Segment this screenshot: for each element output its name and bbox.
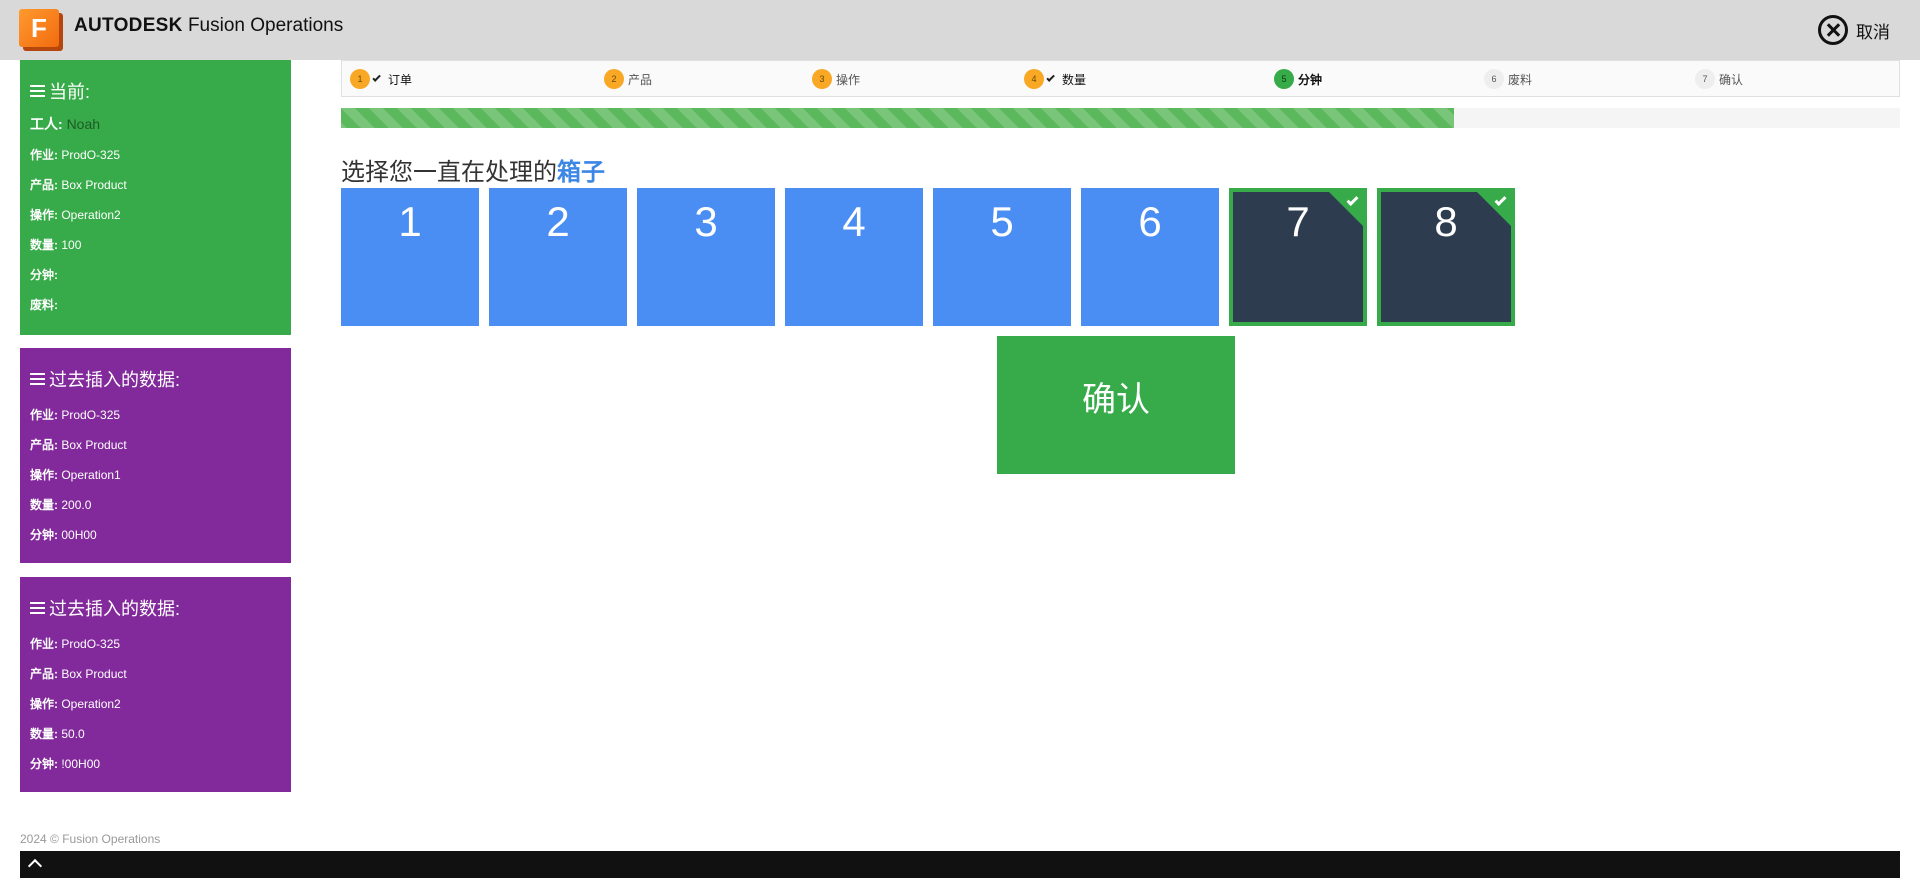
step-scrap[interactable]: 6 废料 (1484, 69, 1532, 89)
info-row-job: 作业: ProdO-325 (30, 148, 121, 162)
step-product[interactable]: 2 产品 (604, 69, 652, 89)
past-panel-title: 过去插入的数据: (30, 595, 281, 621)
footer-bar (20, 851, 1900, 878)
box-select-prompt: 选择您一直在处理的箱子 (341, 159, 605, 186)
info-row-minutes: 分钟: 00H00 (30, 528, 97, 542)
step-quantity[interactable]: 4 数量 (1024, 69, 1086, 89)
info-row-minutes: 分钟: (30, 268, 58, 282)
info-row-job: 作业: ProdO-325 (30, 637, 121, 651)
past-panel-title: 过去插入的数据: (30, 366, 281, 392)
confirm-button[interactable]: 确认 (997, 336, 1235, 474)
info-row-operation: 操作: Operation2 (30, 697, 121, 711)
bars-icon (30, 373, 45, 385)
chevron-up-icon[interactable] (27, 858, 43, 874)
copyright-text: 2024 © Fusion Operations (20, 832, 161, 846)
cancel-label: 取消 (1856, 22, 1890, 42)
step-operation[interactable]: 3 操作 (812, 69, 860, 89)
step-order[interactable]: 1 订单 (350, 69, 412, 89)
step-wizard: 1 订单 2 产品 3 操作 4 数量 5 分钟 6 废料 7 确认 (341, 60, 1900, 97)
cancel-button[interactable]: 取消 (1818, 14, 1890, 46)
current-info-panel: 当前: 工人: Noah 作业: ProdO-325 产品: Box Produ… (20, 60, 291, 335)
check-icon (372, 73, 381, 82)
past-data-panel: 过去插入的数据: 作业: ProdO-325 产品: Box Product 操… (20, 577, 291, 792)
info-row-minutes: 分钟: !00H00 (30, 757, 101, 771)
box-tile-5[interactable]: 5 (933, 188, 1071, 326)
box-tile-4[interactable]: 4 (785, 188, 923, 326)
box-tile-6[interactable]: 6 (1081, 188, 1219, 326)
current-panel-title: 当前: (30, 78, 281, 104)
brand-title: AUTODESK Fusion Operations (74, 15, 343, 37)
info-row-quantity: 数量: 50.0 (30, 727, 85, 741)
box-tile-3[interactable]: 3 (637, 188, 775, 326)
check-icon (1046, 73, 1055, 82)
step-minutes[interactable]: 5 分钟 (1274, 69, 1322, 89)
info-row-operation: 操作: Operation2 (30, 208, 121, 222)
brand-autodesk: AUTODESK (74, 15, 183, 36)
fusion-logo: F (19, 9, 63, 51)
box-tile-2[interactable]: 2 (489, 188, 627, 326)
prompt-highlight: 箱子 (557, 159, 605, 186)
info-row-quantity: 数量: 100 (30, 238, 82, 252)
info-row-job: 作业: ProdO-325 (30, 408, 121, 422)
bars-icon (30, 602, 45, 614)
box-tile-1[interactable]: 1 (341, 188, 479, 326)
info-row-operation: 操作: Operation1 (30, 468, 121, 482)
bars-icon (30, 85, 45, 97)
worker-value: Noah (66, 116, 101, 132)
worker-row: 工人: Noah (30, 116, 101, 132)
info-row-quantity: 数量: 200.0 (30, 498, 92, 512)
step-confirm[interactable]: 7 确认 (1695, 69, 1743, 89)
info-row-product: 产品: Box Product (30, 178, 127, 192)
box-tile-7[interactable]: 7 (1229, 188, 1367, 326)
box-tile-8[interactable]: 8 (1377, 188, 1515, 326)
past-data-panel: 过去插入的数据: 作业: ProdO-325 产品: Box Product 操… (20, 348, 291, 563)
top-bar: F AUTODESK Fusion Operations 取消 (0, 0, 1920, 60)
info-row-product: 产品: Box Product (30, 667, 127, 681)
close-circle-icon (1818, 15, 1848, 45)
progress-bar (341, 108, 1900, 128)
progress-fill (341, 108, 1455, 128)
brand-product: Fusion Operations (187, 15, 344, 36)
info-row-product: 产品: Box Product (30, 438, 127, 452)
info-row-scrap: 废料: (30, 298, 58, 312)
